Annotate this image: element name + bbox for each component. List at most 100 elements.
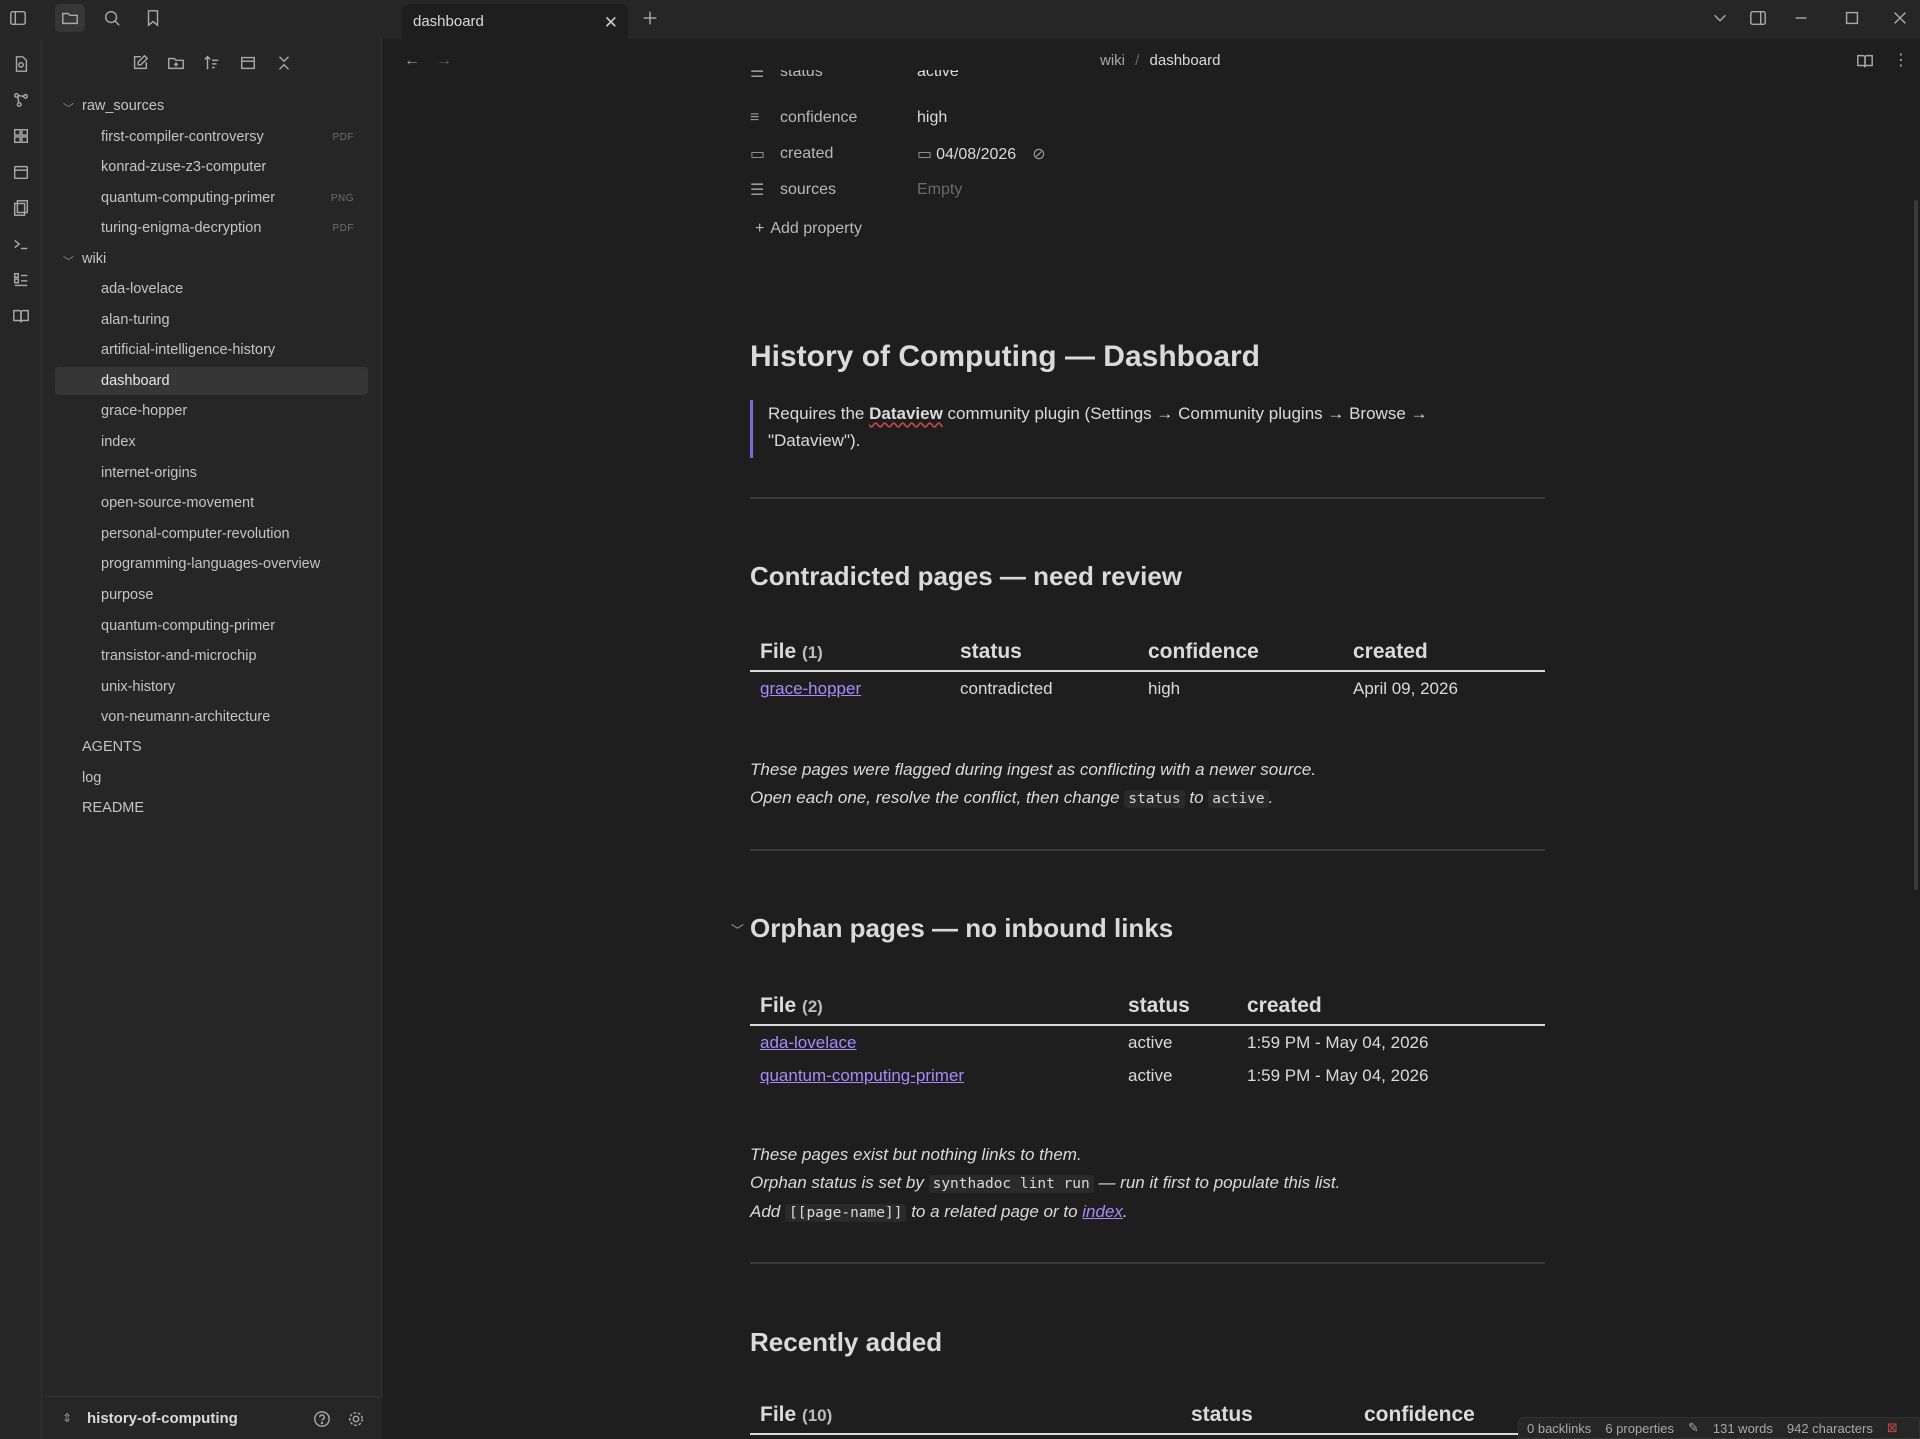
chevron-down-icon[interactable]	[1706, 4, 1734, 32]
backlinks-count[interactable]: 0 backlinks	[1527, 1421, 1591, 1436]
tree-file[interactable]: personal-computer-revolution	[55, 520, 368, 548]
file-link[interactable]: quantum-computing-primer	[760, 1066, 964, 1085]
index-link[interactable]: index	[1082, 1202, 1123, 1221]
tree-file[interactable]: dashboard	[55, 366, 368, 395]
tree-file[interactable]: ada-lovelace	[55, 275, 368, 303]
canvas-icon[interactable]	[7, 122, 35, 150]
property-sources[interactable]: ☰ sources Empty	[750, 175, 1350, 205]
back-arrow-icon[interactable]: ←	[404, 52, 420, 70]
folder-wiki[interactable]: wiki	[70, 245, 270, 273]
maximize-icon[interactable]	[1838, 4, 1866, 32]
settings-gear-icon[interactable]	[342, 1405, 370, 1433]
sync-error-icon[interactable]: ⊠	[1887, 1420, 1898, 1436]
add-property-label: Add property	[770, 220, 862, 237]
column-header[interactable]: created	[1237, 994, 1545, 1026]
tree-file-readme[interactable]: README	[55, 794, 368, 822]
tree-file[interactable]: first-compiler-controversy PDF	[55, 123, 368, 151]
tree-file-log[interactable]: log	[55, 764, 368, 792]
column-header[interactable]: File (2)	[750, 994, 1118, 1026]
property-value[interactable]: high	[917, 109, 947, 127]
add-property-button[interactable]: + Add property	[755, 220, 862, 238]
file-label: internet-origins	[101, 464, 197, 481]
fold-chevron-icon[interactable]: ﹀	[731, 920, 744, 939]
scrollbar-thumb[interactable]	[1914, 200, 1918, 890]
recent-table: File (10) status confidence	[750, 1403, 1545, 1435]
properties-count[interactable]: 6 properties	[1605, 1421, 1674, 1436]
search-icon[interactable]	[98, 4, 126, 32]
forward-arrow-icon[interactable]: →	[436, 52, 452, 70]
file-label: dashboard	[101, 372, 170, 389]
tree-file[interactable]: grace-hopper	[55, 397, 368, 425]
tree-file[interactable]: von-neumann-architecture	[55, 703, 368, 731]
tree-file[interactable]: alan-turing	[55, 306, 368, 334]
tree-file[interactable]: quantum-computing-primer PNG	[55, 184, 368, 212]
table-row: ada-lovelace active 1:59 PM - May 04, 20…	[750, 1025, 1545, 1058]
tree-file[interactable]: transistor-and-microchip	[55, 642, 368, 670]
tree-file[interactable]: quantum-computing-primer	[55, 612, 368, 640]
note-text: Orphan status is set by	[750, 1173, 929, 1192]
help-icon[interactable]	[308, 1405, 336, 1433]
sort-icon[interactable]	[198, 49, 226, 77]
column-header[interactable]: confidence	[1138, 640, 1343, 672]
tree-file[interactable]: turing-enigma-decryption PDF	[55, 214, 368, 242]
column-header[interactable]: confidence	[1354, 1403, 1545, 1435]
column-header[interactable]: File (1)	[750, 640, 950, 672]
minimize-icon[interactable]	[1787, 4, 1815, 32]
file-link[interactable]: ada-lovelace	[760, 1033, 856, 1052]
bookmark-icon[interactable]	[139, 4, 167, 32]
link-icon[interactable]: ⊘	[1032, 146, 1045, 163]
tree-file-agents[interactable]: AGENTS	[55, 733, 368, 761]
column-header[interactable]: created	[1343, 640, 1545, 672]
terminal-icon[interactable]	[7, 230, 35, 258]
tree-file[interactable]: konrad-zuse-z3-computer	[55, 153, 368, 181]
property-confidence[interactable]: ≡ confidence high	[750, 103, 1350, 133]
new-folder-icon[interactable]	[162, 49, 190, 77]
property-value[interactable]: active	[917, 70, 959, 81]
file-label: first-compiler-controversy	[101, 129, 264, 145]
property-status[interactable]: ☰ status active	[750, 70, 1350, 87]
file-label: grace-hopper	[101, 403, 188, 420]
tab-dashboard[interactable]: dashboard ✕	[402, 4, 628, 39]
auto-reveal-icon[interactable]	[234, 49, 262, 77]
open-file-icon[interactable]	[7, 50, 35, 78]
sidebar-toggle-icon[interactable]	[4, 4, 32, 32]
new-note-icon[interactable]	[126, 49, 154, 77]
tree-file[interactable]: programming-languages-overview	[55, 550, 368, 578]
edit-pencil-icon[interactable]: ✎	[1688, 1420, 1699, 1436]
vault-switcher[interactable]: ⇕ history-of-computing	[42, 1396, 382, 1439]
file-link[interactable]: grace-hopper	[760, 679, 861, 698]
date-picker-icon[interactable]: ▭	[917, 146, 932, 163]
templates-icon[interactable]	[7, 194, 35, 222]
collapse-all-icon[interactable]	[270, 49, 298, 77]
window-close-icon[interactable]	[1886, 4, 1914, 32]
breadcrumb-page[interactable]: dashboard	[1150, 52, 1221, 69]
table-row: quantum-computing-primer active 1:59 PM …	[750, 1058, 1545, 1091]
tree-file[interactable]: index	[55, 428, 368, 456]
calendar-icon[interactable]	[7, 158, 35, 186]
reading-view-icon[interactable]	[1851, 47, 1879, 75]
column-header[interactable]: status	[950, 640, 1138, 672]
column-header[interactable]: File (10)	[750, 1403, 1181, 1435]
new-tab-icon[interactable]	[636, 4, 664, 32]
graph-view-icon[interactable]	[7, 86, 35, 114]
more-options-icon[interactable]: ⋮	[1893, 50, 1909, 70]
tree-file[interactable]: internet-origins	[55, 459, 368, 487]
folder-icon[interactable]	[55, 4, 85, 32]
checklist-icon[interactable]	[7, 266, 35, 294]
right-sidebar-toggle-icon[interactable]	[1744, 4, 1772, 32]
tab-label: dashboard	[413, 13, 484, 30]
column-header[interactable]: status	[1118, 994, 1237, 1026]
property-created[interactable]: ▭ created ▭ 04/08/2026 ⊘	[750, 139, 1350, 169]
tree-file[interactable]: unix-history	[55, 673, 368, 701]
tree-file[interactable]: open-source-movement	[55, 489, 368, 517]
tree-file[interactable]: artificial-intelligence-history	[55, 336, 368, 364]
column-header[interactable]: status	[1181, 1403, 1354, 1435]
close-icon[interactable]: ✕	[604, 13, 618, 33]
breadcrumb-folder[interactable]: wiki	[1100, 52, 1125, 69]
property-value[interactable]: Empty	[917, 181, 962, 199]
tree-file[interactable]: purpose	[55, 581, 368, 609]
note-text: These pages exist but nothing links to t…	[750, 1145, 1082, 1164]
property-value[interactable]: ▭ 04/08/2026 ⊘	[917, 144, 1046, 164]
folder-raw-sources[interactable]: raw_sources	[70, 92, 270, 120]
book-icon[interactable]	[7, 302, 35, 330]
